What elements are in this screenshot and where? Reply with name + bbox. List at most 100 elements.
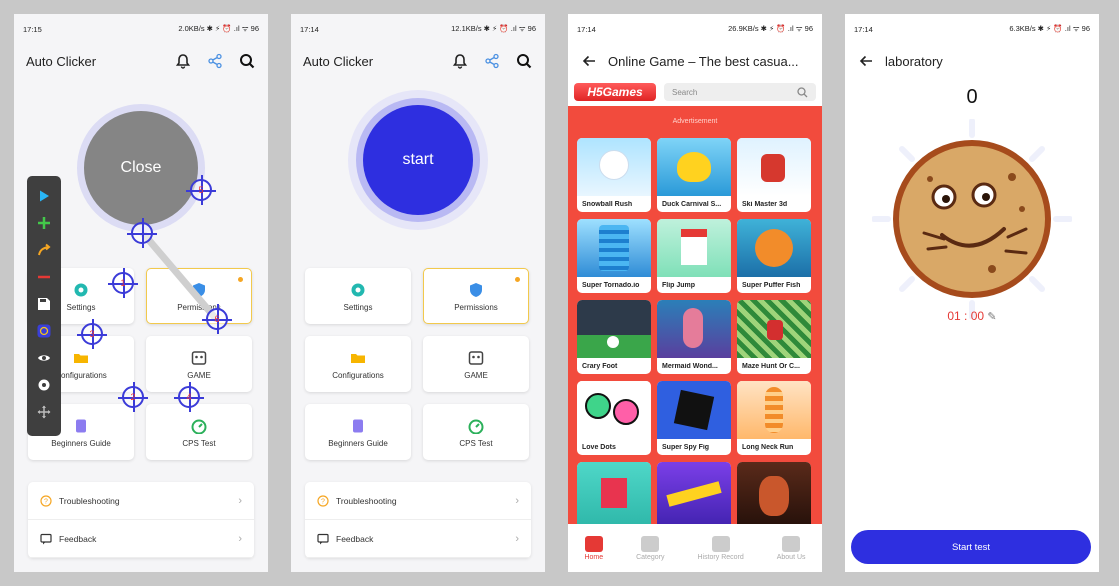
- search-input[interactable]: Search: [664, 83, 816, 101]
- game-card[interactable]: Duck Carnival S...: [657, 138, 731, 212]
- app-bar: Auto Clicker: [291, 44, 545, 78]
- bell-icon[interactable]: [451, 52, 469, 70]
- beginners-guide-tile[interactable]: Beginners Guide: [305, 404, 411, 460]
- site-header: H5Games Search: [568, 78, 822, 106]
- target-number: 6: [214, 314, 220, 324]
- feedback-row[interactable]: Feedback ›: [305, 520, 531, 558]
- nav-about-us[interactable]: About Us: [776, 535, 806, 561]
- countdown-timer[interactable]: 01 : 00 ✎: [845, 309, 1099, 323]
- status-bar: 17:14 12.1KB/s ✱ ⚡ ⏰ .ıl ᯤ 96: [291, 14, 545, 44]
- start-label: start: [402, 151, 434, 168]
- target-number: 4: [186, 392, 192, 402]
- troubleshooting-label: Troubleshooting: [336, 495, 397, 506]
- game-card[interactable]: Love Dots: [577, 381, 651, 455]
- troubleshooting-row[interactable]: ? Troubleshooting ›: [305, 482, 531, 520]
- target-number: 3: [89, 329, 95, 339]
- share-icon[interactable]: [483, 52, 501, 70]
- search-icon: [797, 86, 808, 97]
- game-thumbnail: [737, 381, 811, 439]
- nav-category[interactable]: Category: [636, 535, 665, 561]
- cookie-target[interactable]: [871, 118, 1073, 320]
- settings-icon[interactable]: [34, 375, 54, 395]
- cps-test-label: CPS Test: [459, 438, 493, 448]
- add-icon[interactable]: [34, 213, 54, 233]
- folder-icon: [349, 349, 367, 367]
- help-list: ? Troubleshooting › Feedback ›: [305, 482, 531, 558]
- click-target-1[interactable]: 1: [108, 268, 138, 298]
- swipe-icon[interactable]: [34, 240, 54, 260]
- edit-icon[interactable]: ✎: [987, 311, 996, 323]
- remove-icon[interactable]: [34, 267, 54, 287]
- game-tile[interactable]: GAME: [423, 336, 529, 392]
- play-icon[interactable]: [34, 186, 54, 206]
- click-target-5[interactable]: 5: [186, 175, 216, 205]
- game-thumbnail: [577, 219, 651, 277]
- permissions-tile[interactable]: Permissions: [423, 268, 529, 324]
- save-icon[interactable]: [34, 294, 54, 314]
- click-target-4[interactable]: 4: [174, 382, 204, 412]
- game-card[interactable]: Long Neck Run: [737, 381, 811, 455]
- cps-test-tile[interactable]: CPS Test: [423, 404, 529, 460]
- advertisement-label: Advertisement: [672, 118, 718, 125]
- game-thumbnail: [657, 381, 731, 439]
- history-icon: [711, 535, 730, 552]
- game-thumbnail: [737, 300, 811, 358]
- game-name: Maze Hunt Or C...: [742, 363, 800, 370]
- settings-label: Settings: [343, 302, 373, 312]
- nav-label: Category: [636, 553, 665, 561]
- feedback-icon: [317, 533, 329, 544]
- game-card[interactable]: Snowball Rush: [577, 138, 651, 212]
- start-button[interactable]: start: [363, 105, 473, 215]
- eye-icon[interactable]: [34, 348, 54, 368]
- status-time: 17:14: [577, 24, 596, 34]
- game-card[interactable]: Super Puffer Fish: [737, 219, 811, 293]
- gear-icon: [349, 281, 367, 299]
- game-card[interactable]: Flip Jump: [657, 219, 731, 293]
- game-label: GAME: [464, 370, 488, 380]
- beginners-guide-label: Beginners Guide: [328, 438, 388, 448]
- search-icon[interactable]: [515, 52, 533, 70]
- start-test-button[interactable]: Start test: [851, 530, 1091, 564]
- svg-text:?: ?: [321, 498, 325, 505]
- record-icon[interactable]: [34, 321, 54, 341]
- start-button-halo: start: [348, 90, 488, 230]
- category-icon: [641, 535, 660, 552]
- game-card[interactable]: Super Tornado.io: [577, 219, 651, 293]
- move-icon[interactable]: [34, 402, 54, 422]
- nav-history-record[interactable]: History Record: [697, 535, 744, 561]
- click-target-6[interactable]: 6: [202, 304, 232, 334]
- game-grid: Snowball Rush Duck Carnival S... Ski Mas…: [577, 138, 815, 536]
- nav-label: Home: [584, 553, 604, 561]
- target-number: 1: [120, 278, 126, 288]
- click-target-2[interactable]: 2: [118, 382, 148, 412]
- game-thumbnail: [657, 300, 731, 358]
- feedback-label: Feedback: [336, 533, 374, 544]
- floating-toolbar: [27, 176, 61, 436]
- game-name: Love Dots: [582, 444, 616, 451]
- nav-home[interactable]: Home: [584, 535, 604, 561]
- settings-tile[interactable]: Settings: [305, 268, 411, 324]
- page-title: laboratory: [885, 53, 943, 69]
- h5games-logo[interactable]: H5Games: [574, 83, 656, 101]
- game-card[interactable]: Crary Foot: [577, 300, 651, 374]
- click-target-swipe-start[interactable]: [127, 218, 157, 248]
- click-target-3[interactable]: 3: [77, 319, 107, 349]
- back-arrow-icon[interactable]: [580, 52, 598, 70]
- game-card[interactable]: Maze Hunt Or C...: [737, 300, 811, 374]
- game-card[interactable]: Super Spy Fig: [657, 381, 731, 455]
- game-name: Duck Carnival S...: [662, 201, 722, 208]
- configurations-tile[interactable]: Configurations: [305, 336, 411, 392]
- timer-value: 01 : 00: [947, 309, 985, 323]
- back-arrow-icon[interactable]: [857, 52, 875, 70]
- game-name: Snowball Rush: [582, 201, 633, 208]
- permissions-label: Permissions: [454, 302, 498, 312]
- game-card[interactable]: Mermaid Wond...: [657, 300, 731, 374]
- target-number: 5: [198, 185, 204, 195]
- close-button[interactable]: Close: [77, 104, 205, 232]
- bottom-nav: Home Category History Record About Us: [568, 524, 822, 572]
- game-thumbnail: [737, 219, 811, 277]
- game-card[interactable]: Ski Master 3d: [737, 138, 811, 212]
- nav-label: About Us: [776, 553, 806, 561]
- game-name: Crary Foot: [582, 363, 618, 370]
- game-list-area: Advertisement Snowball Rush Duck Carniva…: [568, 106, 822, 536]
